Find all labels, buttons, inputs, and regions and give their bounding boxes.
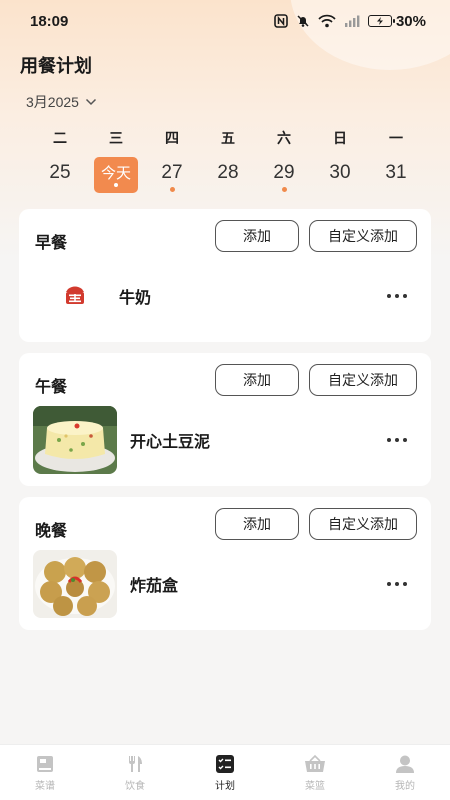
meal-title: 早餐 [35, 235, 68, 252]
utensils-icon [129, 755, 142, 772]
date-number: 27 [161, 162, 183, 183]
meal-item[interactable]: 炸茄盒 [33, 549, 417, 619]
user-icon [396, 755, 414, 773]
meal-item-name: 开心土豆泥 [130, 434, 211, 451]
more-icon[interactable] [377, 569, 417, 599]
bottom-tab-bar: 菜谱 饮食 计划 菜篮 我的 [0, 744, 450, 800]
more-icon[interactable] [377, 281, 417, 311]
month-label: 3月2025 [26, 94, 79, 110]
custom-add-button[interactable]: 自定义添加 [309, 364, 417, 396]
weekday-label: 三 [109, 130, 123, 146]
weekday-label: 二 [53, 130, 67, 146]
date-number: 25 [49, 162, 71, 183]
weekday-label: 一 [389, 130, 403, 146]
tab-plan[interactable]: 计划 [180, 745, 270, 800]
book-icon [37, 755, 53, 772]
date-number: 31 [385, 162, 407, 183]
plan-dot [281, 187, 287, 192]
fried-eggplant-photo [33, 550, 117, 618]
date-number: 29 [273, 162, 295, 183]
date-cell[interactable]: 29 [257, 156, 311, 192]
tab-label: 菜谱 [35, 780, 55, 792]
date-cell[interactable]: 30 [313, 156, 367, 192]
add-button[interactable]: 添加 [215, 220, 299, 252]
tab-profile[interactable]: 我的 [360, 745, 450, 800]
date-cell[interactable]: 31 [369, 156, 423, 192]
weekday-label: 四 [165, 130, 179, 146]
page-title: 用餐计划 [20, 56, 92, 76]
custom-add-button[interactable]: 自定义添加 [309, 220, 417, 252]
date-cell[interactable]: 28 [201, 156, 255, 192]
weekday-row: 二 三 四 五 六 日 一 [33, 128, 423, 148]
nfc-icon [274, 14, 288, 28]
plan-dot [169, 187, 175, 192]
weekday-label: 日 [333, 130, 347, 146]
date-cell[interactable]: 25 [33, 156, 87, 192]
mashed-potato-photo [33, 406, 117, 474]
date-number: 28 [217, 162, 239, 183]
battery-icon [367, 15, 395, 27]
tab-basket[interactable]: 菜篮 [270, 745, 360, 800]
add-button[interactable]: 添加 [215, 364, 299, 396]
date-row: 25 今天 27 28 29 30 31 [33, 156, 423, 193]
chevron-down-icon [85, 98, 96, 106]
add-button[interactable]: 添加 [215, 508, 299, 540]
meal-item-name: 牛奶 [119, 290, 152, 307]
more-icon[interactable] [377, 425, 417, 455]
meal-card-breakfast: 早餐 添加 自定义添加 牛奶 [19, 209, 431, 342]
milk-icon [33, 262, 117, 330]
status-icons: 30% [274, 13, 426, 30]
meal-item[interactable]: 牛奶 [33, 261, 417, 331]
date-number: 30 [329, 162, 351, 183]
status-bar: 18:09 30% [0, 0, 450, 42]
mute-bell-icon [297, 15, 309, 27]
tab-label: 菜篮 [305, 780, 325, 792]
meal-item[interactable]: 开心土豆泥 [33, 405, 417, 475]
month-selector[interactable]: 3月2025 [26, 92, 97, 112]
tab-diet[interactable]: 饮食 [90, 745, 180, 800]
date-cell[interactable]: 27 [145, 156, 199, 192]
tab-label: 计划 [215, 780, 235, 792]
wifi-icon [318, 14, 336, 28]
date-number: 今天 [94, 157, 138, 193]
custom-add-button[interactable]: 自定义添加 [309, 508, 417, 540]
battery-percent: 30% [395, 12, 426, 30]
status-time: 18:09 [30, 12, 69, 30]
weekday-label: 六 [277, 130, 291, 146]
meal-card-dinner: 晚餐 添加 自定义添加 炸茄盒 [19, 497, 431, 630]
battery-indicator: 30% [367, 12, 426, 30]
tab-recipes[interactable]: 菜谱 [0, 745, 90, 800]
checklist-icon [216, 754, 234, 773]
meal-title: 晚餐 [35, 523, 68, 540]
signal-icon [344, 15, 360, 27]
meal-item-name: 炸茄盒 [130, 578, 179, 595]
tab-label: 饮食 [125, 780, 145, 792]
date-cell-today[interactable]: 今天 [89, 156, 143, 193]
tab-label: 我的 [395, 780, 415, 792]
meal-card-lunch: 午餐 添加 自定义添加 开心土豆泥 [19, 353, 431, 486]
basket-icon [305, 754, 325, 772]
meal-title: 午餐 [35, 379, 68, 396]
plan-dot [114, 183, 118, 187]
weekday-label: 五 [221, 130, 235, 146]
